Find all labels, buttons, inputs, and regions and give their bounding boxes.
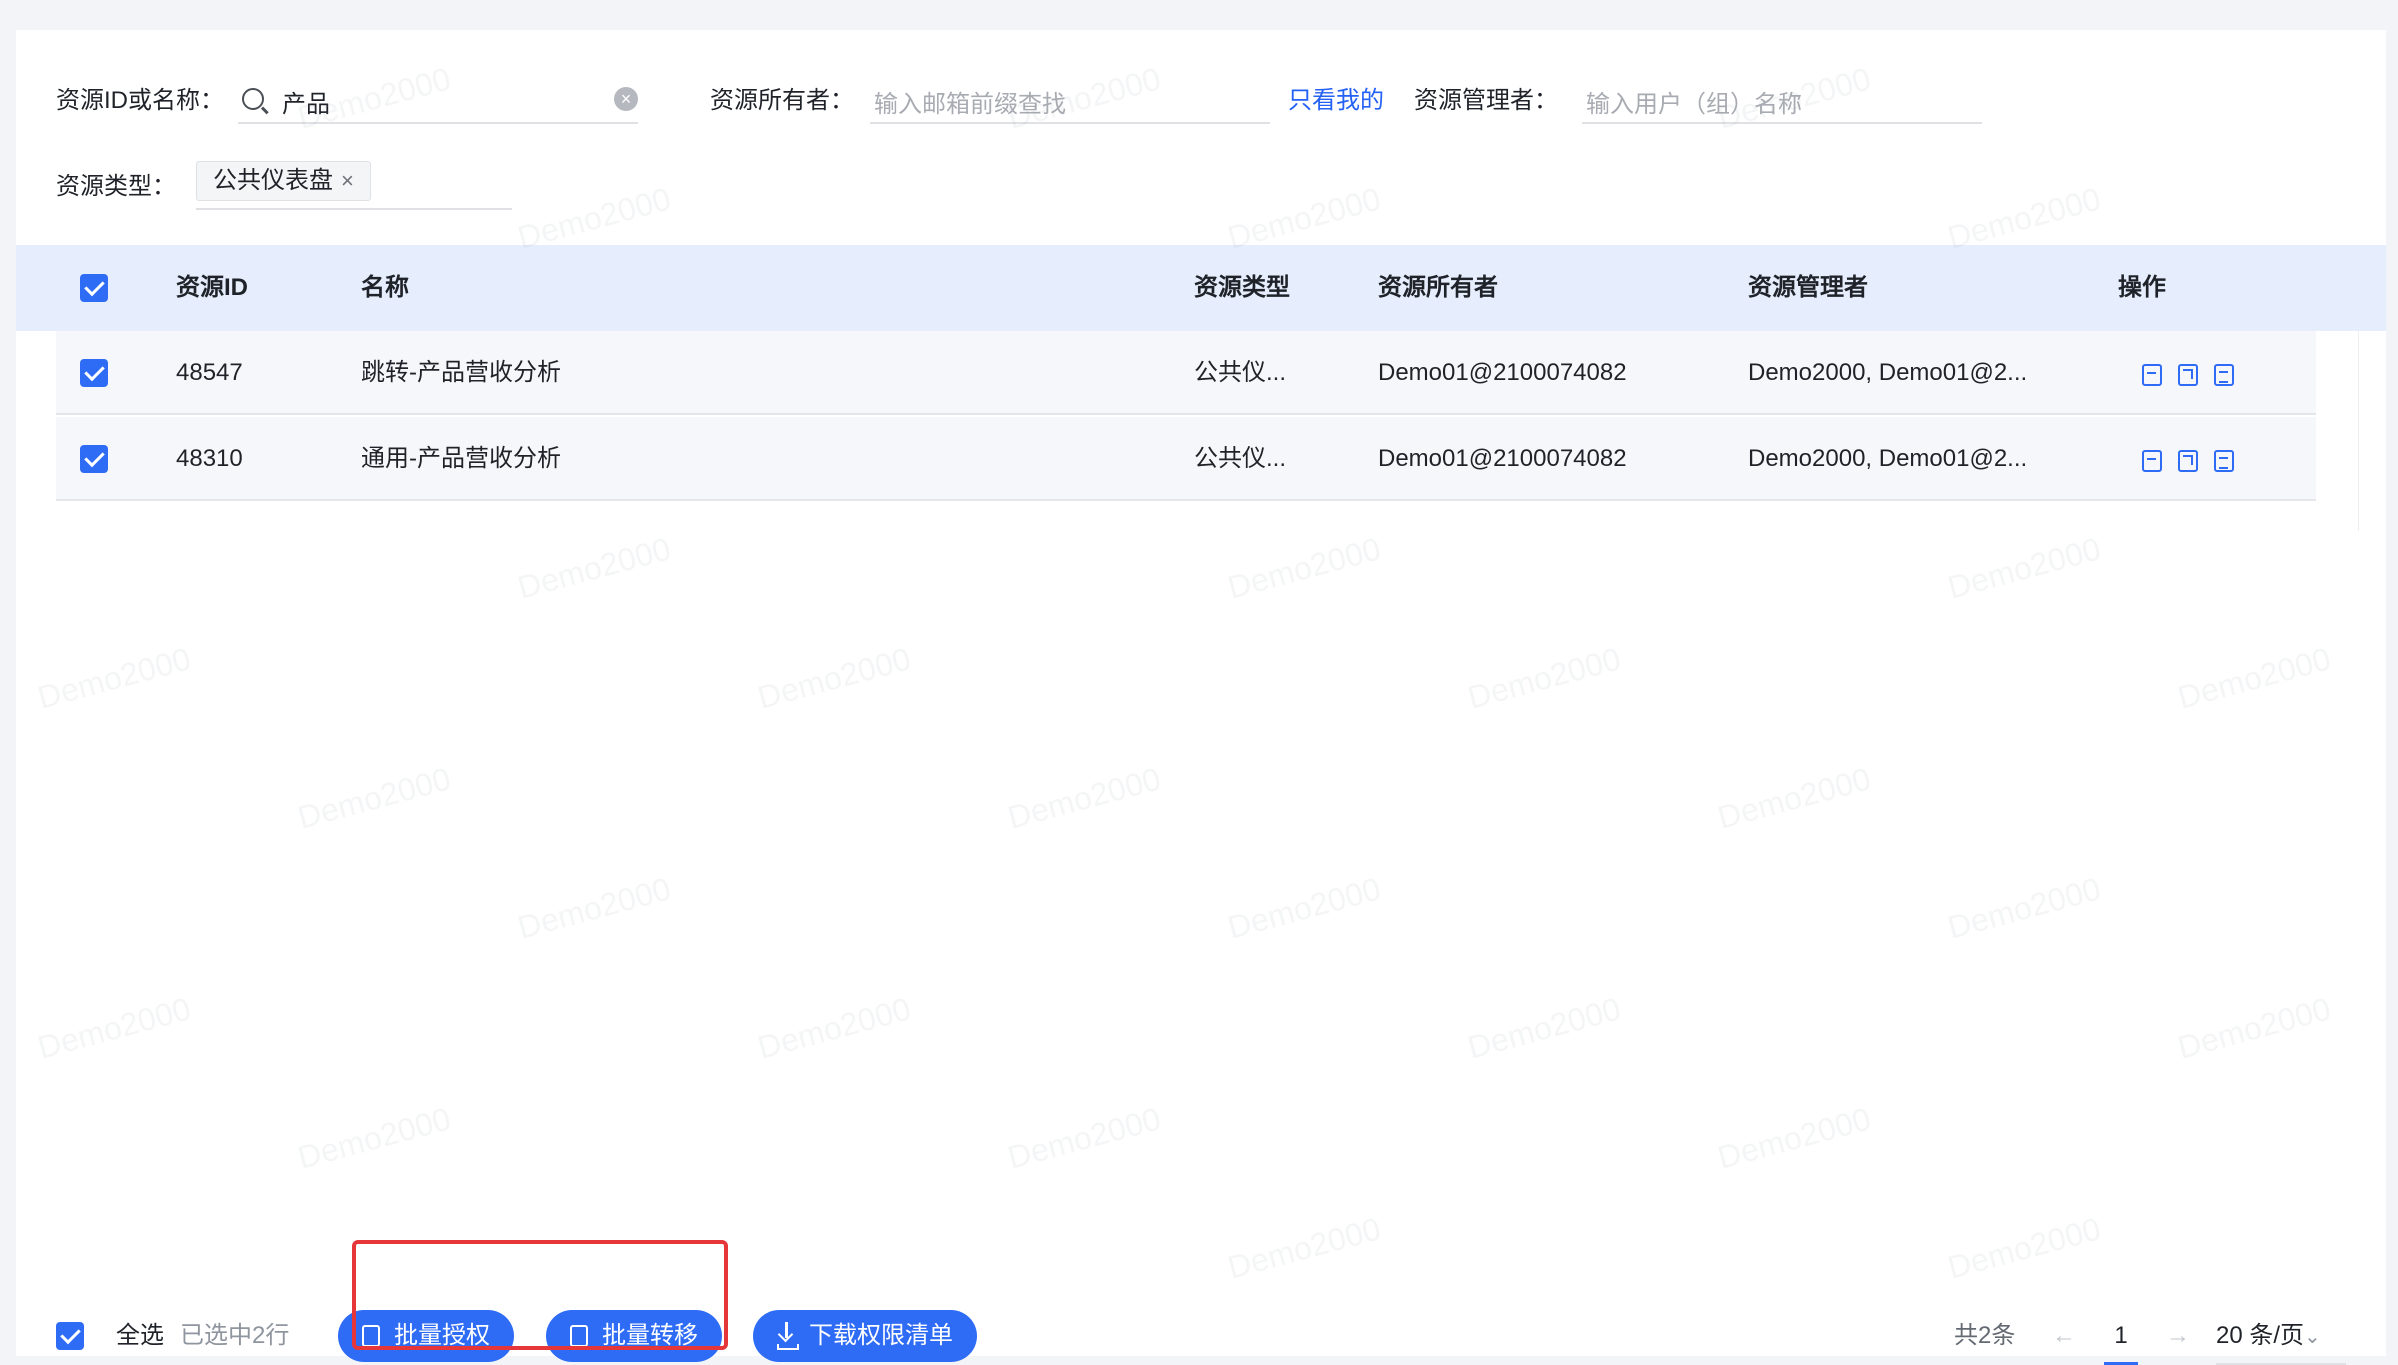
- manager-input[interactable]: 输入用户（组）名称: [1582, 74, 1982, 124]
- bulk-action-bar: 全选 已选中2行 批量授权 批量转移 下载权限清单: [16, 1260, 2386, 1362]
- pagination-total: 共2条: [1954, 1322, 2016, 1349]
- row-checkbox[interactable]: [80, 359, 108, 387]
- search-icon: [242, 88, 264, 110]
- row-resource-id: 48310: [176, 445, 243, 472]
- type-tag: 公共仪表盘 ×: [196, 161, 371, 201]
- grant-icon[interactable]: [2178, 450, 2198, 472]
- select-all-label[interactable]: 全选: [116, 1310, 164, 1362]
- watermark: Demo2000: [1943, 530, 2105, 606]
- resource-id-search-input[interactable]: 产品 ×: [238, 74, 638, 124]
- batch-grant-button[interactable]: 批量授权: [338, 1310, 514, 1362]
- watermark: Demo2000: [293, 760, 455, 836]
- table-row[interactable]: 48310 通用-产品营收分析 公共仪... Demo01@2100074082…: [56, 417, 2316, 501]
- watermark: Demo2000: [753, 990, 915, 1066]
- row-name: 通用-产品营收分析: [361, 445, 561, 472]
- watermark: Demo2000: [513, 870, 675, 946]
- page-size-select[interactable]: 20 条/页⌄: [2216, 1310, 2346, 1365]
- watermark: Demo2000: [1223, 530, 1385, 606]
- table-scrollbar[interactable]: [2358, 331, 2386, 531]
- type-tag-label: 公共仪表盘: [213, 167, 333, 194]
- pagination-next-icon[interactable]: →: [2166, 1310, 2190, 1362]
- watermark: Demo2000: [1943, 870, 2105, 946]
- selected-count: 已选中2行: [180, 1322, 290, 1349]
- watermark: Demo2000: [2173, 990, 2335, 1066]
- watermark: Demo2000: [1003, 1100, 1165, 1176]
- batch-transfer-button[interactable]: 批量转移: [546, 1310, 722, 1362]
- owner-label: 资源所有者：: [710, 87, 854, 114]
- resource-id-label: 资源ID或名称：: [56, 87, 224, 114]
- transfer-icon[interactable]: [2142, 450, 2162, 472]
- row-resource-type: 公共仪...: [1194, 359, 1287, 386]
- manager-placeholder: 输入用户（组）名称: [1586, 91, 1802, 118]
- row-manager: Demo2000, Demo01@2...: [1748, 445, 2028, 472]
- grant-icon: [362, 1325, 380, 1347]
- watermark: Demo2000: [1463, 640, 1625, 716]
- row-owner: Demo01@2100074082: [1378, 359, 1627, 386]
- watermark: Demo2000: [1003, 760, 1165, 836]
- header-owner[interactable]: 资源所有者: [1378, 245, 1498, 331]
- header-name[interactable]: 名称: [361, 245, 409, 331]
- chevron-down-icon: ⌄: [2304, 1326, 2321, 1348]
- header-resource-type[interactable]: 资源类型: [1194, 245, 1290, 331]
- row-name: 跳转-产品营收分析: [361, 359, 561, 386]
- header-actions: 操作: [2118, 274, 2166, 301]
- pagination-current-page[interactable]: 1: [2104, 1310, 2138, 1365]
- watermark: Demo2000: [513, 530, 675, 606]
- watermark: Demo2000: [1713, 760, 1875, 836]
- header-resource-id[interactable]: 资源ID: [176, 245, 248, 331]
- watermark: Demo2000: [753, 640, 915, 716]
- batch-grant-label: 批量授权: [394, 1322, 490, 1349]
- grant-icon[interactable]: [2178, 364, 2198, 386]
- only-mine-link[interactable]: 只看我的: [1288, 80, 1384, 115]
- watermark: Demo2000: [1713, 1100, 1875, 1176]
- detail-icon[interactable]: [2214, 450, 2234, 472]
- download-permission-list-button[interactable]: 下载权限清单: [753, 1310, 977, 1362]
- type-label: 资源类型：: [56, 173, 176, 200]
- watermark: Demo2000: [33, 640, 195, 716]
- transfer-icon[interactable]: [2142, 364, 2162, 386]
- row-manager: Demo2000, Demo01@2...: [1748, 359, 2028, 386]
- watermark: Demo2000: [2173, 640, 2335, 716]
- filter-panel: 资源ID或名称： 产品 × 资源所有者： 输入邮箱前缀查找 只看我的 资源管理者…: [16, 30, 2386, 245]
- resource-id-value: 产品: [282, 91, 330, 118]
- header-select-checkbox[interactable]: [80, 274, 108, 302]
- watermark: Demo2000: [1463, 990, 1625, 1066]
- download-label: 下载权限清单: [809, 1322, 953, 1349]
- header-manager[interactable]: 资源管理者: [1748, 245, 1868, 331]
- tag-close-icon[interactable]: ×: [341, 168, 354, 193]
- owner-input[interactable]: 输入邮箱前缀查找: [870, 74, 1270, 124]
- select-all-checkbox[interactable]: [56, 1322, 84, 1350]
- detail-icon[interactable]: [2214, 364, 2234, 386]
- table-header: 资源ID 名称 资源类型 资源所有者 资源管理者 操作: [16, 245, 2386, 331]
- table-row[interactable]: 48547 跳转-产品营收分析 公共仪... Demo01@2100074082…: [56, 331, 2316, 415]
- clear-icon[interactable]: ×: [614, 87, 638, 111]
- manager-label: 资源管理者：: [1414, 87, 1558, 114]
- pagination-prev-icon[interactable]: ←: [2052, 1310, 2076, 1362]
- watermark: Demo2000: [1223, 870, 1385, 946]
- watermark: Demo2000: [33, 990, 195, 1066]
- batch-transfer-label: 批量转移: [602, 1322, 698, 1349]
- row-checkbox[interactable]: [80, 445, 108, 473]
- permission-management-page: 资源ID或名称： 产品 × 资源所有者： 输入邮箱前缀查找 只看我的 资源管理者…: [16, 30, 2386, 1365]
- row-owner: Demo01@2100074082: [1378, 445, 1627, 472]
- row-resource-id: 48547: [176, 359, 243, 386]
- page-size-label: 20 条/页: [2216, 1322, 2305, 1349]
- owner-placeholder: 输入邮箱前缀查找: [874, 91, 1066, 118]
- transfer-icon: [570, 1325, 588, 1347]
- row-resource-type: 公共仪...: [1194, 445, 1287, 472]
- watermark: Demo2000: [293, 1100, 455, 1176]
